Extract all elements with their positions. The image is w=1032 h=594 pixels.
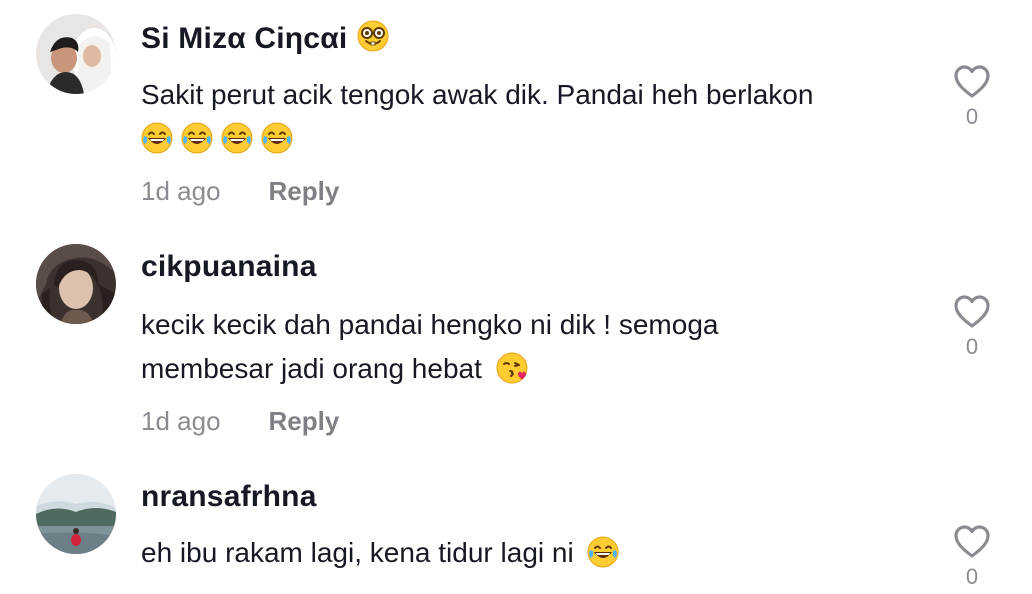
comment-text-line: eh ibu rakam lagi, kena tidur lagi ni [141,537,574,568]
username[interactable]: Si Mizα Ciηcαi [141,22,347,55]
avatar[interactable] [36,244,116,324]
like-button[interactable]: 0 [950,522,994,590]
comment-text-line: membesar jadi orang hebat [141,353,482,384]
comment-text: eh ibu rakam lagi, kena tidur lagi ni [141,531,931,575]
face-with-tears-of-joy-icon [181,122,213,154]
heart-icon[interactable] [952,62,992,102]
comment-text-line: Sakit perut acik tengok awak dik. Pandai… [141,79,814,110]
nerd-face-icon [357,20,389,52]
comment-text: kecik kecik dah pandai hengko ni dik ! s… [141,303,931,391]
heart-icon[interactable] [952,292,992,332]
avatar[interactable] [36,14,116,94]
emoji-row [141,117,301,161]
face-blowing-a-kiss-icon [496,352,528,384]
heart-icon[interactable] [952,522,992,562]
like-button[interactable]: 0 [950,62,994,130]
reply-button[interactable]: Reply [269,176,340,206]
comment-text-line: kecik kecik dah pandai hengko ni dik ! s… [141,309,719,340]
reply-button[interactable]: Reply [269,406,340,436]
username[interactable]: cikpuanaina [141,250,317,284]
face-with-tears-of-joy-icon [587,536,619,568]
comment-text: Sakit perut acik tengok awak dik. Pandai… [141,73,931,161]
face-with-tears-of-joy-icon [141,122,173,154]
face-with-tears-of-joy-icon [261,122,293,154]
like-count: 0 [965,104,979,129]
username[interactable]: nransafrhna [141,480,317,514]
comment-timestamp: 1d ago [141,406,221,436]
like-button[interactable]: 0 [950,292,994,360]
face-with-tears-of-joy-icon [221,122,253,154]
comment-timestamp: 1d ago [141,176,221,206]
avatar[interactable] [36,474,116,554]
like-count: 0 [965,564,979,589]
like-count: 0 [965,334,979,359]
